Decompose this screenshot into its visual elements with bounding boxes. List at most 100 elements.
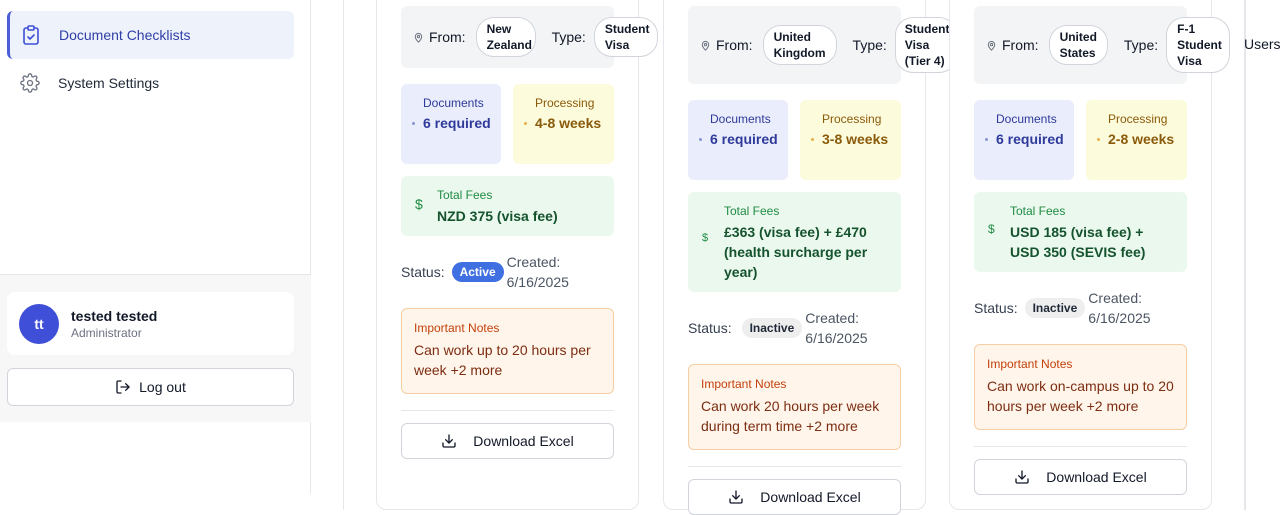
user-card: tt tested tested Administrator <box>7 292 294 355</box>
route-box: From: United Kingdom Type: Student Visa … <box>688 6 957 84</box>
type-value: F-1 Student Visa <box>1166 17 1231 73</box>
users-label: Users <box>1244 36 1280 52</box>
documents-value: 6 required <box>423 115 491 131</box>
bullet-icon <box>811 138 814 141</box>
logout-icon <box>115 379 131 395</box>
fees-value: £363 (visa fee) + £470 (health surcharge… <box>724 224 868 280</box>
processing-value: 2-8 weeks <box>1108 131 1175 147</box>
bullet-icon <box>985 138 988 141</box>
route-box: From: New Zealand Type: Student Visa <box>401 6 658 68</box>
fees-caption: Total Fees <box>1010 204 1066 218</box>
important-notes: Important Notes Can work 20 hours per we… <box>688 364 901 450</box>
processing-value: 4-8 weeks <box>535 115 602 131</box>
total-fees-box: $ Total Fees NZD 375 (visa fee) <box>401 176 614 236</box>
map-pin-icon <box>413 31 424 44</box>
status-row: Status: Inactive Created: 6/16/2025 <box>974 288 1158 328</box>
download-label: Download Excel <box>473 433 574 449</box>
sidebar-item-system-settings[interactable]: System Settings <box>7 59 294 107</box>
download-label: Download Excel <box>1046 469 1147 485</box>
created-date: Created: 6/16/2025 <box>1088 290 1151 326</box>
type-value: Student Visa (Tier 4) <box>894 17 957 73</box>
notes-caption: Important Notes <box>414 321 500 335</box>
logout-button[interactable]: Log out <box>7 368 294 406</box>
type-label: Type: <box>852 37 887 53</box>
bullet-icon <box>412 122 415 125</box>
status-badge: Inactive <box>1024 298 1086 318</box>
route-box: From: United States Type: F-1 Student Vi… <box>974 6 1231 84</box>
user-name: tested tested <box>71 307 158 324</box>
clipboard-check-icon <box>21 25 41 45</box>
documents-stat: Documents 6 required <box>974 100 1074 180</box>
divider <box>688 466 901 467</box>
important-notes: Important Notes Can work up to 20 hours … <box>401 308 614 394</box>
total-fees-box: $ Total Fees £363 (visa fee) + £470 (hea… <box>688 192 901 292</box>
documents-caption: Documents <box>710 112 771 126</box>
processing-stat: Processing 4-8 weeks <box>513 84 614 164</box>
status-badge: Active <box>451 262 504 282</box>
download-excel-button[interactable]: Download Excel <box>974 459 1187 495</box>
status-row: Status: Active Created: 6/16/2025 <box>401 252 577 292</box>
dollar-icon: $ <box>988 222 995 236</box>
processing-caption: Processing <box>822 112 882 126</box>
next-card-edge <box>1245 0 1280 510</box>
divider <box>401 410 614 411</box>
download-excel-button[interactable]: Download Excel <box>688 479 901 515</box>
type-label: Type: <box>1123 37 1159 53</box>
created-date: Created: 6/16/2025 <box>506 254 569 290</box>
documents-stat: Documents 6 required <box>401 84 501 164</box>
documents-caption: Documents <box>423 96 484 110</box>
download-label: Download Excel <box>760 489 861 505</box>
download-excel-button[interactable]: Download Excel <box>401 423 614 459</box>
status-label: Status: <box>688 320 732 336</box>
from-label: From: <box>1002 37 1039 53</box>
notes-text: Can work on-campus up to 20 hours per we… <box>987 378 1174 414</box>
processing-stat: Processing 3-8 weeks <box>800 100 901 180</box>
type-label: Type: <box>551 29 586 45</box>
documents-caption: Documents <box>996 112 1057 126</box>
processing-caption: Processing <box>1108 112 1168 126</box>
sidebar-footer: tt tested tested Administrator Log out <box>0 274 311 422</box>
notes-caption: Important Notes <box>987 357 1073 371</box>
status-badge: Inactive <box>741 318 803 338</box>
from-label: From: <box>716 37 753 53</box>
total-fees-box: $ Total Fees USD 185 (visa fee) + USD 35… <box>974 192 1187 272</box>
from-value: New Zealand <box>475 17 536 57</box>
divider <box>974 446 1187 447</box>
notes-caption: Important Notes <box>701 377 787 391</box>
notes-text: Can work 20 hours per week during term t… <box>701 398 880 434</box>
bullet-icon <box>1097 138 1100 141</box>
processing-value: 3-8 weeks <box>822 131 889 147</box>
avatar: tt <box>19 303 59 344</box>
processing-stat: Processing 2-8 weeks <box>1086 100 1187 180</box>
fees-caption: Total Fees <box>437 188 493 202</box>
download-icon <box>1014 469 1030 485</box>
bullet-icon <box>524 122 527 125</box>
checklist-card: From: United States Type: F-1 Student Vi… <box>949 0 1231 510</box>
dollar-icon: $ <box>702 232 709 244</box>
documents-value: 6 required <box>996 131 1064 147</box>
documents-value: 6 required <box>710 131 778 147</box>
status-label: Status: <box>401 264 445 280</box>
user-role: Administrator <box>71 325 142 340</box>
documents-stat: Documents 6 required <box>688 100 788 180</box>
fees-value: USD 185 (visa fee) + USD 350 (SEVIS fee) <box>1010 224 1146 260</box>
download-icon <box>441 433 457 449</box>
bullet-icon <box>699 138 702 141</box>
map-pin-icon <box>700 39 711 52</box>
sidebar-item-document-checklists[interactable]: Document Checklists <box>7 11 294 59</box>
fees-caption: Total Fees <box>724 204 780 218</box>
dollar-icon: $ <box>415 196 423 212</box>
main-content: From: New Zealand Type: Student Visa Doc… <box>311 0 1280 515</box>
gear-icon <box>20 73 40 93</box>
download-icon <box>728 489 744 505</box>
checklist-card: From: United Kingdom Type: Student Visa … <box>663 0 957 515</box>
fees-value: NZD 375 (visa fee) <box>437 208 558 224</box>
checklist-card: From: New Zealand Type: Student Visa Doc… <box>376 0 658 510</box>
map-pin-icon <box>986 39 997 52</box>
status-label: Status: <box>974 300 1018 316</box>
type-value: Student Visa <box>593 17 658 57</box>
from-value: United States <box>1048 25 1108 65</box>
status-row: Status: Inactive Created: 6/16/2025 <box>688 308 875 348</box>
sidebar-item-label: System Settings <box>58 75 160 91</box>
created-date: Created: 6/16/2025 <box>805 310 868 346</box>
